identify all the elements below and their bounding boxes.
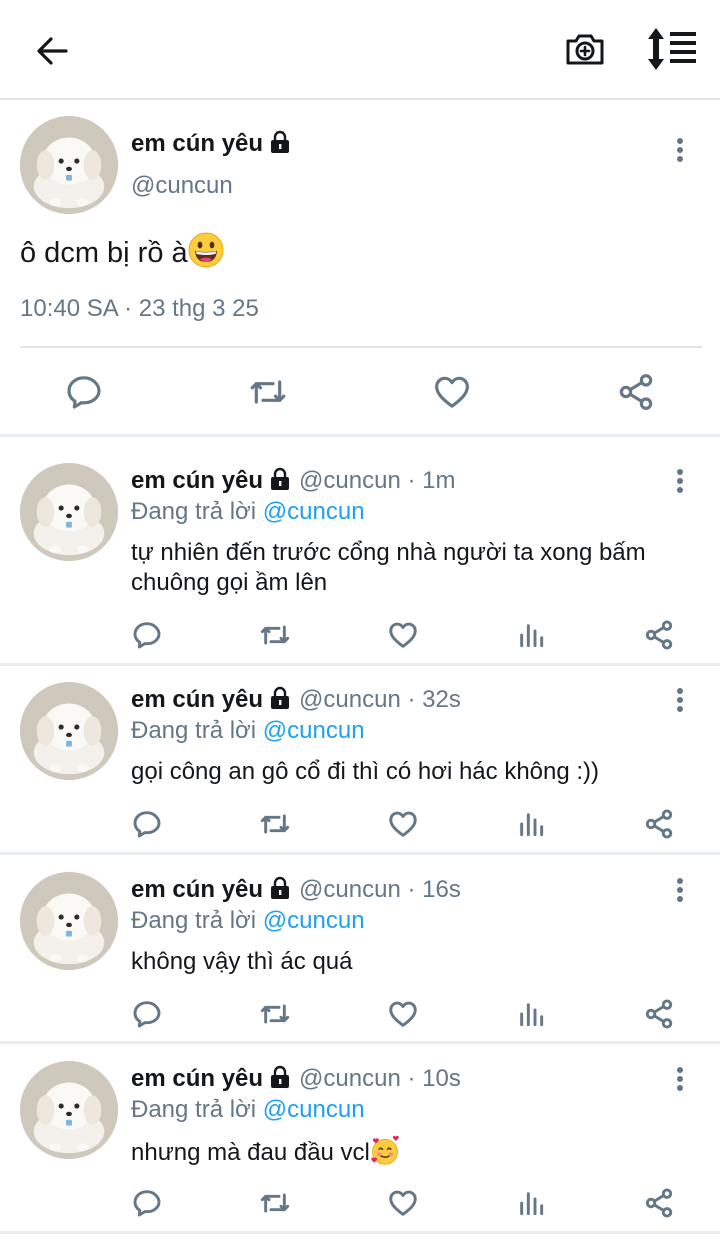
display-name[interactable]: em cún yêu @cuncun · 32s — [131, 686, 461, 714]
avatar[interactable] — [20, 116, 118, 214]
display-name[interactable]: em cún yêu @cuncun · 16s — [131, 876, 461, 904]
replying-to: Đang trả lời @cuncun — [131, 1096, 365, 1123]
comment-icon[interactable] — [131, 619, 163, 651]
avatar[interactable] — [20, 682, 118, 780]
retweet-icon[interactable] — [259, 1187, 291, 1219]
lock-icon — [269, 686, 291, 710]
heart-icon[interactable] — [387, 998, 419, 1030]
retweet-icon[interactable] — [259, 619, 291, 651]
username: @cuncun · 1m — [299, 467, 456, 494]
bar-chart-icon[interactable] — [515, 808, 547, 840]
divider — [20, 346, 702, 348]
bar-chart-icon[interactable] — [515, 619, 547, 651]
mention-link[interactable]: @cuncun — [263, 907, 365, 934]
reply-tweet[interactable]: em cún yêu @cuncun · 16s Đang trả lời @cu… — [0, 846, 720, 1042]
display-name[interactable]: em cún yêu — [131, 130, 291, 158]
username: @cuncun · 16s — [299, 876, 461, 903]
grinning-emoji-icon — [188, 232, 224, 268]
sort-lines-icon[interactable] — [646, 24, 702, 74]
comment-icon[interactable] — [64, 372, 104, 412]
share-icon[interactable] — [616, 372, 656, 412]
username[interactable]: @cuncun — [131, 172, 233, 200]
divider — [0, 1231, 720, 1234]
retweet-icon[interactable] — [259, 808, 291, 840]
lock-icon — [269, 1065, 291, 1089]
avatar[interactable] — [20, 1061, 118, 1159]
share-icon[interactable] — [643, 998, 675, 1030]
retweet-icon[interactable] — [248, 372, 288, 412]
tweet-text: ô dcm bị rồ à — [20, 232, 224, 270]
avatar[interactable] — [20, 872, 118, 970]
avatar[interactable] — [20, 463, 118, 561]
retweet-icon[interactable] — [259, 998, 291, 1030]
username: @cuncun · 10s — [299, 1065, 461, 1092]
more-vertical-icon[interactable] — [670, 1067, 690, 1097]
more-vertical-icon[interactable] — [670, 138, 690, 168]
share-icon[interactable] — [643, 619, 675, 651]
tweet-text: nhưng mà đau đầu vcl — [131, 1136, 701, 1168]
heart-icon[interactable] — [387, 1187, 419, 1219]
comment-icon[interactable] — [131, 1187, 163, 1219]
smiling-hearts-emoji-icon — [371, 1136, 399, 1165]
mention-link[interactable]: @cuncun — [263, 1096, 365, 1123]
heart-icon[interactable] — [432, 372, 472, 412]
tweet-text: tự nhiên đến trước cổng nhà người ta xon… — [131, 539, 646, 596]
reply-tweet[interactable]: em cún yêu @cuncun · 32s Đang trả lời @cu… — [0, 656, 720, 852]
display-name[interactable]: em cún yêu @cuncun · 10s — [131, 1065, 461, 1093]
tweet-text: không vậy thì ác quá — [131, 948, 353, 975]
heart-icon[interactable] — [387, 808, 419, 840]
comment-icon[interactable] — [131, 808, 163, 840]
heart-icon[interactable] — [387, 619, 419, 651]
arrow-left-icon[interactable] — [30, 28, 76, 74]
mention-link[interactable]: @cuncun — [263, 498, 365, 525]
lock-icon — [269, 130, 291, 154]
more-vertical-icon[interactable] — [670, 469, 690, 499]
main-tweet: em cún yêu @cuncun ô dcm bị rồ à 10:40 S… — [0, 102, 720, 436]
display-name[interactable]: em cún yêu @cuncun · 1m — [131, 467, 455, 495]
tweet-text: gọi công an gô cổ đi thì có hơi hác khôn… — [131, 758, 600, 785]
bar-chart-icon[interactable] — [515, 1187, 547, 1219]
share-icon[interactable] — [643, 808, 675, 840]
more-vertical-icon[interactable] — [670, 688, 690, 718]
username: @cuncun · 32s — [299, 686, 461, 713]
comment-icon[interactable] — [131, 998, 163, 1030]
reply-tweet[interactable]: em cún yêu @cuncun · 1m Đang trả lời @cun… — [0, 437, 720, 663]
replying-to: Đang trả lời @cuncun — [131, 717, 365, 744]
mention-link[interactable]: @cuncun — [263, 717, 365, 744]
lock-icon — [269, 876, 291, 900]
bar-chart-icon[interactable] — [515, 998, 547, 1030]
more-vertical-icon[interactable] — [670, 878, 690, 908]
camera-plus-icon[interactable] — [562, 26, 608, 72]
share-icon[interactable] — [643, 1187, 675, 1219]
top-bar — [0, 0, 720, 100]
replying-to: Đang trả lời @cuncun — [131, 907, 365, 934]
lock-icon — [269, 467, 291, 491]
replying-to: Đang trả lời @cuncun — [131, 498, 365, 525]
tweet-timestamp: 10:40 SA · 23 thg 3 25 — [20, 295, 259, 322]
reply-tweet[interactable]: em cún yêu @cuncun · 10s Đang trả lời @cu… — [0, 1035, 720, 1231]
